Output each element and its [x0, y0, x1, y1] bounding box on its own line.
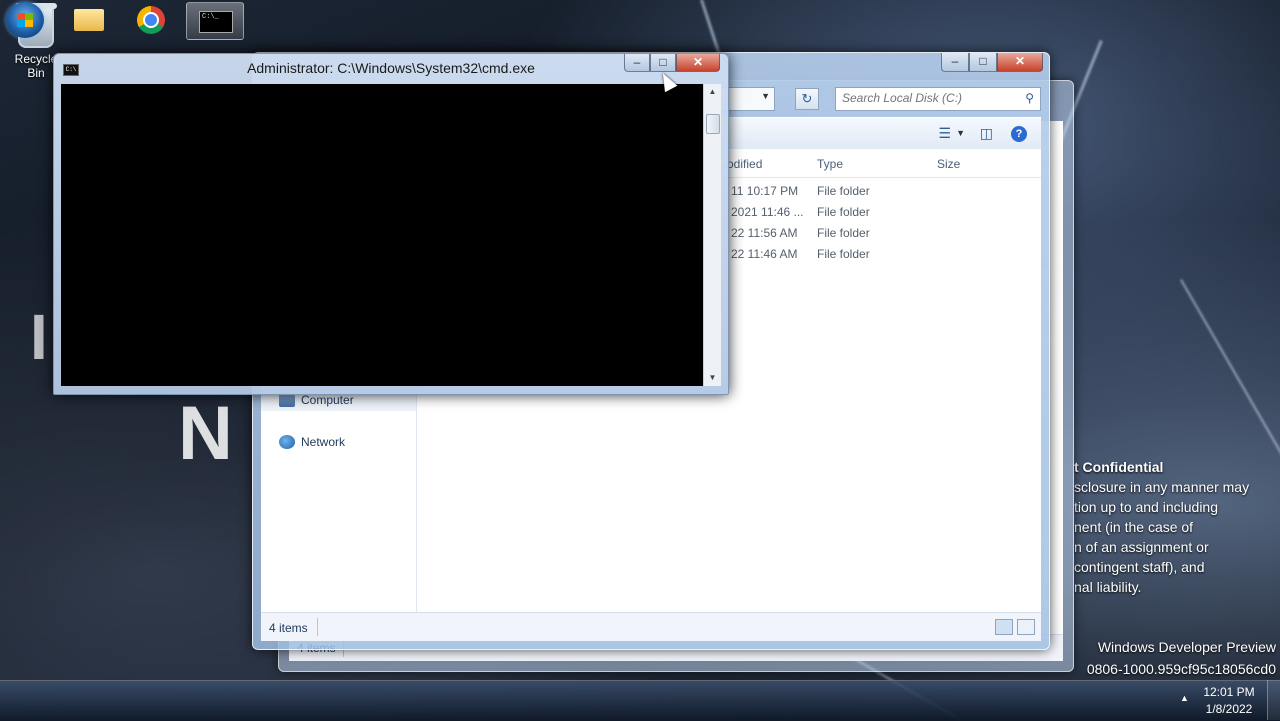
- nav-item-network[interactable]: Network: [279, 435, 345, 449]
- search-box[interactable]: ⚲: [835, 87, 1041, 111]
- confidential-line: contingent staff), and: [1074, 559, 1205, 575]
- scroll-down-icon[interactable]: ▼: [704, 370, 721, 386]
- taskbar-explorer-button[interactable]: [60, 2, 116, 38]
- chevron-down-icon[interactable]: ▼: [761, 91, 770, 101]
- confidential-line: tion up to and including: [1074, 499, 1218, 515]
- refresh-icon: ↻: [801, 91, 813, 106]
- cell-type: File folder: [817, 226, 870, 240]
- network-icon: [279, 435, 295, 449]
- minimize-button[interactable]: –: [941, 53, 969, 72]
- console-output[interactable]: [61, 84, 703, 386]
- status-divider: [317, 618, 318, 636]
- cell-modified: 22 11:56 AM: [731, 226, 798, 240]
- build-line: 0806-1000.959cf95c18056cd0: [1086, 661, 1276, 677]
- column-header-modified[interactable]: odified: [727, 157, 762, 171]
- large-icons-view-icon[interactable]: [1017, 619, 1035, 635]
- help-icon[interactable]: ?: [1011, 126, 1027, 142]
- window-controls: – □ ✕: [941, 53, 1043, 72]
- scroll-up-icon[interactable]: ▲: [704, 84, 721, 100]
- confidential-line: nal liability.: [1074, 579, 1142, 595]
- windows-logo-icon: [17, 13, 33, 27]
- wallpaper-letter: N: [178, 391, 233, 476]
- vertical-scrollbar[interactable]: ▲ ▼: [703, 84, 721, 386]
- search-input[interactable]: [836, 88, 1018, 108]
- confidential-line: n of an assignment or: [1074, 539, 1209, 555]
- close-button[interactable]: ✕: [676, 54, 720, 72]
- refresh-button[interactable]: ↻: [795, 88, 819, 110]
- scroll-thumb[interactable]: [706, 114, 720, 134]
- view-toggle: [995, 619, 1035, 635]
- taskbar: [0, 680, 1280, 721]
- computer-icon: [279, 393, 295, 407]
- cell-type: File folder: [817, 184, 870, 198]
- cmd-window[interactable]: C:\ Administrator: C:\Windows\System32\c…: [53, 53, 729, 395]
- recycle-bin-label: Recycle Bin: [14, 52, 58, 80]
- column-header-size[interactable]: Size: [937, 157, 960, 171]
- confidential-heading: t Confidential: [1074, 459, 1164, 475]
- chevron-down-icon[interactable]: ▼: [956, 128, 965, 138]
- nav-item-label: Network: [301, 435, 346, 449]
- item-count: 4 items: [269, 621, 308, 635]
- taskbar-chrome-button[interactable]: [124, 2, 180, 38]
- cell-type: File folder: [817, 205, 870, 219]
- column-header-type[interactable]: Type: [817, 157, 843, 171]
- chrome-icon: [137, 6, 165, 34]
- details-view-icon[interactable]: [995, 619, 1013, 635]
- show-desktop-button[interactable]: [1267, 680, 1280, 720]
- nav-item-label: Computer: [301, 393, 354, 407]
- show-hidden-icons-icon[interactable]: ▲: [1180, 693, 1189, 703]
- build-line: Windows Developer Preview: [1097, 639, 1276, 655]
- minimize-button[interactable]: –: [624, 54, 650, 72]
- build-watermark: Windows Developer Preview 0806-1000.959c…: [1087, 636, 1276, 680]
- confidential-notice: t Confidential sclosure in any manner ma…: [1074, 457, 1280, 597]
- cmd-icon: C:\_: [199, 11, 233, 33]
- window-controls: – □ ✕: [624, 54, 720, 72]
- cell-modified: 2021 11:46 ...: [731, 205, 804, 219]
- taskbar-cmd-button[interactable]: C:\_: [186, 2, 244, 40]
- close-button[interactable]: ✕: [997, 53, 1043, 72]
- start-button[interactable]: [6, 2, 44, 38]
- clock-time: 12:01 PM: [1203, 685, 1255, 699]
- explorer-statusbar: 4 items: [261, 612, 1041, 641]
- cell-modified: 11 10:17 PM: [731, 184, 799, 198]
- maximize-button[interactable]: □: [650, 54, 676, 72]
- wallpaper-letter: I: [30, 301, 48, 373]
- preview-pane-icon[interactable]: ◫: [980, 125, 993, 142]
- confidential-line: nent (in the case of: [1074, 519, 1194, 535]
- views-icon[interactable]: ☰: [938, 125, 951, 142]
- cell-modified: 22 11:46 AM: [731, 247, 798, 261]
- nav-item-computer[interactable]: Computer: [279, 393, 354, 407]
- clock-date: 1/8/2022: [1205, 702, 1253, 716]
- cell-type: File folder: [817, 247, 870, 261]
- maximize-button[interactable]: □: [969, 53, 997, 72]
- system-clock[interactable]: 12:01 PM 1/8/2022: [1196, 684, 1262, 718]
- folder-icon: [74, 9, 104, 31]
- confidential-line: sclosure in any manner may: [1074, 479, 1250, 495]
- search-icon[interactable]: ⚲: [1025, 91, 1034, 105]
